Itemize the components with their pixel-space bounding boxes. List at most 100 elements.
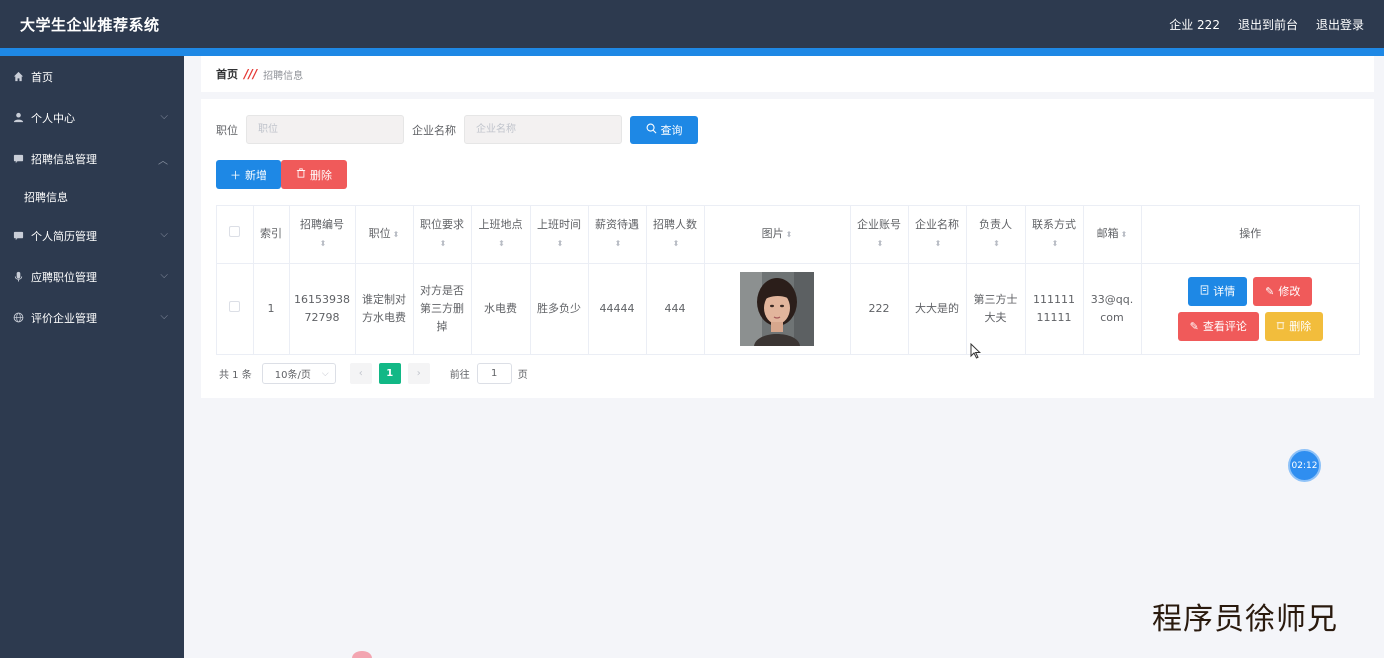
row-actions-line: ✎ 查看评论 删除 [1177,311,1323,341]
sort-icon[interactable]: ⬍ [877,239,884,248]
detail-button[interactable]: 详情 [1188,276,1248,306]
cell-work-time: 胜多负少 [530,263,589,354]
col-header-label: 企业名称 [915,217,959,231]
header-accent-bar [0,48,1384,56]
col-header-location[interactable]: 上班地点 ⬍ [471,206,531,264]
cell-job-no: 1615393872798 [289,263,356,354]
trash-icon [296,168,306,181]
sidebar-item-job-info-management[interactable]: 招聘信息管理 ︿ [0,138,184,179]
view-reviews-button[interactable]: ✎ 查看评论 [1177,311,1259,341]
breadcrumb-home[interactable]: 首页 [216,66,238,82]
add-button[interactable]: ＋ 新增 [216,160,281,189]
sort-icon[interactable]: ⬍ [320,239,327,248]
cell-salary: 44444 [588,263,647,354]
edit-button[interactable]: ✎ 修改 [1253,276,1313,306]
sidebar-item-label: 应聘职位管理 [31,270,97,284]
job-info-table: 索引 招聘编号 ⬍ 职位 ⬍ 职位要求⬍ 上班地点 ⬍ 上班时间⬍ 薪资待遇 ⬍ 招聘人… [216,205,1360,355]
detail-button-label: 详情 [1213,285,1236,299]
sidebar-subitem-job-info[interactable]: 招聘信息 [0,179,184,215]
col-header-email[interactable]: 邮箱 ⬍ [1083,206,1142,264]
col-header-headcount[interactable]: 招聘人数 ⬍ [646,206,705,264]
chevron-down-icon: ⌵ [160,111,168,122]
cell-account: 222 [850,263,909,354]
pagination: 共 1 条 10条/页 ⌵ ‹ 1 › 前往 页 [219,363,528,384]
pagination-total: 共 1 条 [219,370,252,381]
col-header-position[interactable]: 职位 ⬍ [355,206,414,264]
query-button[interactable]: 查询 [630,115,698,144]
sidebar-item-application-management[interactable]: 应聘职位管理 ⌵ [0,256,184,297]
chevron-down-icon: ⌵ [160,229,168,240]
col-header-account[interactable]: 企业账号 ⬍ [850,206,909,264]
sidebar-item-label: 首页 [31,70,53,84]
sort-icon[interactable]: ⬍ [993,239,1000,248]
sidebar-item-resume-management[interactable]: 个人简历管理 ⌵ [0,215,184,256]
batch-delete-button[interactable]: 删除 [281,160,347,189]
company-name-input[interactable] [464,115,622,144]
chat-icon [12,230,24,242]
floating-dot [352,651,372,658]
breadcrumb-separator-icon: /// [244,67,258,81]
sidebar-item-home[interactable]: 首页 [0,56,184,97]
cell-position: 谁定制对方水电费 [355,263,414,354]
next-page-button[interactable]: › [407,363,430,384]
col-header-label: 薪资待遇 [595,217,639,231]
edit-icon: ✎ [1265,284,1275,298]
page-number-current[interactable]: 1 [378,363,401,384]
prev-page-button[interactable]: ‹ [349,363,372,384]
sort-icon[interactable]: ⬍ [440,239,447,248]
goto-page-input[interactable] [476,363,512,384]
col-header-contact-person[interactable]: 负责人 ⬍ [966,206,1026,264]
col-header-salary[interactable]: 薪资待遇 ⬍ [588,206,647,264]
row-actions-line: 详情 ✎ 修改 [1188,276,1313,306]
col-header-image[interactable]: 图片 ⬍ [704,206,851,264]
home-icon [12,71,24,83]
logout-link[interactable]: 退出登录 [1316,16,1364,33]
col-header-label: 索引 [260,227,282,241]
row-delete-button[interactable]: 删除 [1264,311,1323,341]
select-all-checkbox[interactable] [229,226,241,238]
sidebar-item-label: 个人中心 [31,111,75,125]
sort-icon[interactable]: ⬍ [498,239,505,248]
col-header-label: 上班地点 [478,217,523,231]
sort-icon[interactable]: ⬍ [1052,239,1059,248]
search-icon [646,123,657,137]
floating-timer[interactable]: 02:12 [1288,449,1321,482]
goto-label: 前往 [449,370,470,381]
sort-icon[interactable]: ⬍ [935,239,942,248]
sort-icon[interactable]: ⬍ [673,239,680,248]
col-header-requirements[interactable]: 职位要求 ⬍ [413,206,472,264]
cell-phone: 11111111111 [1025,263,1084,354]
col-header-work-time[interactable]: 上班时间 ⬍ [530,206,589,264]
sort-icon[interactable]: ⬍ [1121,230,1128,239]
col-header-label: 招聘编号 [300,217,344,231]
sidebar-item-company-review-management[interactable]: 评价企业管理 ⌵ [0,297,184,338]
sort-icon[interactable]: ⬍ [786,230,793,239]
col-header-phone[interactable]: 联系方式 ⬍ [1025,206,1084,264]
edit-button-label: 修改 [1278,285,1301,299]
col-header-label: 企业账号 [857,217,901,231]
current-user[interactable]: 企业 222 [1169,16,1220,33]
sort-icon[interactable]: ⬍ [615,239,622,248]
sort-icon[interactable]: ⬍ [557,239,564,248]
sidebar: 首页 个人中心 ⌵ 招聘信息管理 ︿ 招聘信息 个人简历管理 ⌵ 应聘职位管理 … [0,56,184,658]
col-header-index: 索引 [253,206,290,264]
header-actions: 企业 222 退出到前台 退出登录 [1169,16,1364,33]
exit-to-front-link[interactable]: 退出到前台 [1238,16,1298,33]
row-delete-button-label: 删除 [1289,320,1312,334]
position-input[interactable] [246,115,404,144]
col-header-label: 图片 [761,226,784,240]
page-size-select[interactable]: 10条/页 ⌵ [261,363,336,384]
sidebar-item-personal-center[interactable]: 个人中心 ⌵ [0,97,184,138]
cell-text: 11111111111 [1033,292,1075,324]
sort-icon[interactable]: ⬍ [393,230,400,239]
plus-icon: ＋ [230,168,241,182]
sidebar-item-label: 招聘信息 [24,191,68,204]
col-header-job-no[interactable]: 招聘编号 ⬍ [289,206,356,264]
trash-icon [1276,320,1285,333]
batch-delete-button-label: 删除 [310,168,332,182]
view-reviews-button-label: 查看评论 [1202,320,1247,334]
row-select-cell [217,263,254,354]
row-checkbox[interactable] [229,300,241,312]
edit-icon: ✎ [1189,319,1199,333]
col-header-company[interactable]: 企业名称 ⬍ [908,206,967,264]
